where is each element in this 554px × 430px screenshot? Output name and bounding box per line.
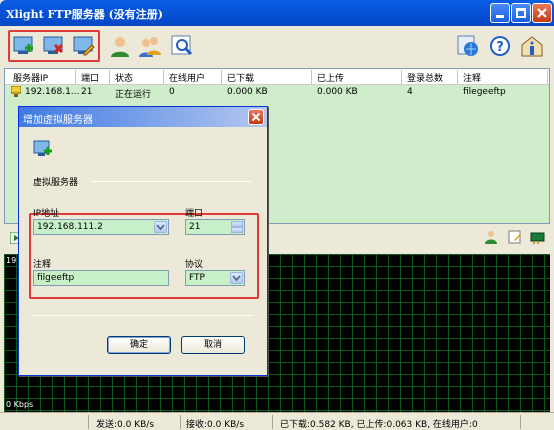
cell-uploaded: 0.000 KB [317, 87, 358, 97]
cell-downloaded: 0.000 KB [227, 87, 268, 97]
chevron-down-icon[interactable] [154, 221, 167, 233]
port-label: 端口 [185, 209, 204, 219]
status-send-rate: 发送:0.0 KB/s [96, 420, 155, 430]
help-icon[interactable]: ? [488, 34, 512, 58]
svg-text:?: ? [496, 40, 504, 55]
window-title: Xlight FTP服务器 (没有注册) [6, 8, 163, 21]
ip-label: IP地址 [33, 209, 60, 219]
view-log-icon[interactable] [170, 34, 194, 58]
user-group-icon[interactable] [138, 34, 162, 58]
add-server-icon[interactable] [12, 34, 36, 58]
cell-ip: 192.168.1... [25, 87, 80, 97]
dialog-close-button[interactable] [248, 109, 264, 125]
port-value: 21 [189, 222, 201, 232]
ok-button[interactable]: 确定 [107, 336, 171, 354]
close-button[interactable] [532, 3, 552, 23]
status-summary: 已下载:0.582 KB, 已上传:0.063 KB, 在线用户:0 [280, 420, 478, 430]
col-server-ip[interactable]: 服务器IP [13, 71, 48, 84]
window-title-bar[interactable]: Xlight FTP服务器 (没有注册) [0, 0, 554, 26]
toolbar: ? [0, 26, 554, 66]
col-status[interactable]: 状态 [115, 71, 133, 84]
cell-online: 0 [169, 87, 175, 97]
status-bar: 发送:0.0 KB/s 接收:0.0 KB/s 已下载:0.582 KB, 已上… [0, 412, 554, 430]
cancel-button[interactable]: 取消 [181, 336, 245, 354]
network-card-icon[interactable] [530, 230, 546, 244]
note-value: filgeeftp [37, 273, 75, 283]
button-divider [33, 315, 253, 316]
add-virtual-server-dialog[interactable]: 增加虚拟服务器 虚拟服务器 IP地址 192.168.111.2 端口 21 注… [18, 106, 268, 376]
port-stepper[interactable]: 21 [185, 219, 245, 235]
note-label: 注释 [33, 260, 52, 270]
ip-address-select[interactable]: 192.168.111.2 [33, 219, 169, 235]
dialog-title: 增加虚拟服务器 [23, 115, 93, 126]
edit-server-icon[interactable] [72, 34, 96, 58]
remove-server-icon[interactable] [42, 34, 66, 58]
log-note-icon[interactable] [508, 230, 522, 244]
note-input[interactable]: filgeeftp [33, 270, 169, 286]
minimize-button[interactable] [490, 3, 510, 23]
maximize-button[interactable] [511, 3, 531, 23]
cell-status: 正在运行 [115, 90, 152, 100]
col-port[interactable]: 端口 [81, 71, 99, 84]
server-list-header: 服务器IP 端口 状态 在线用户 已下载 已上传 登录总数 注释 [5, 69, 549, 85]
section-label: 虚拟服务器 [33, 178, 79, 188]
graph-top-label: 19 [6, 256, 17, 265]
graph-scale-label: 0 Kbps [6, 400, 34, 409]
online-user-icon[interactable] [484, 230, 498, 244]
cell-note: filegeeftp [463, 87, 506, 97]
add-server-icon [33, 140, 52, 156]
col-downloaded[interactable]: 已下载 [227, 71, 254, 84]
dialog-title-bar[interactable]: 增加虚拟服务器 [19, 107, 267, 127]
status-recv-rate: 接收:0.0 KB/s [186, 420, 245, 430]
ip-address-value: 192.168.111.2 [37, 222, 103, 232]
protocol-select[interactable]: FTP [185, 270, 245, 286]
about-icon[interactable] [520, 34, 544, 58]
col-uploaded[interactable]: 已上传 [317, 71, 344, 84]
section-divider [91, 181, 251, 182]
port-down-arrow-icon[interactable] [231, 227, 243, 233]
user-icon[interactable] [108, 34, 132, 58]
protocol-label: 协议 [185, 260, 204, 270]
web-update-icon[interactable] [456, 34, 480, 58]
server-monitor-icon [11, 86, 21, 97]
chevron-down-icon[interactable] [230, 272, 243, 284]
col-login-count[interactable]: 登录总数 [407, 71, 443, 84]
col-note[interactable]: 注释 [463, 71, 481, 84]
protocol-value: FTP [189, 273, 205, 283]
col-online-users[interactable]: 在线用户 [169, 71, 205, 84]
cell-port: 21 [81, 87, 93, 97]
cell-logins: 4 [407, 87, 413, 97]
